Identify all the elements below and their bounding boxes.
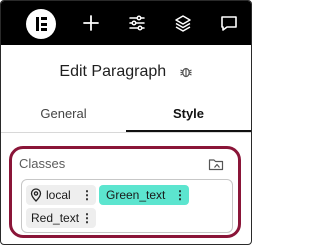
class-manager-icon[interactable] [208,156,224,172]
class-chip-green-text[interactable]: Green_text ⋮ [99,185,189,205]
comment-icon[interactable] [219,13,239,33]
more-vertical-icon[interactable]: ⋮ [173,185,187,205]
elementor-logo-icon[interactable] [26,9,56,39]
layers-icon[interactable] [173,13,193,33]
class-chip-label: Green_text [106,188,166,202]
plus-icon[interactable] [81,13,101,33]
top-toolbar [1,1,251,45]
more-vertical-icon[interactable]: ⋮ [80,185,94,205]
tab-style[interactable]: Style [126,98,251,130]
debug-icon[interactable] [179,65,193,79]
class-chip-label: Red_text [31,211,80,225]
map-pin-icon [30,188,42,202]
panel-title: Edit Paragraph [1,63,251,81]
sliders-icon[interactable] [127,13,147,33]
panel-tabs: General Style [1,98,251,130]
classes-label: Classes [19,156,66,171]
tabs-divider [1,132,251,133]
class-chip-label: local [46,188,71,202]
tab-general[interactable]: General [1,98,126,130]
class-chip-local[interactable]: local ⋮ [26,185,96,205]
class-chip-red-text[interactable]: Red_text ⋮ [26,208,96,228]
editor-panel: Edit Paragraph General Style Classes loc… [0,0,252,245]
panel-title-text: Edit Paragraph [59,63,167,80]
more-vertical-icon[interactable]: ⋮ [80,208,94,228]
